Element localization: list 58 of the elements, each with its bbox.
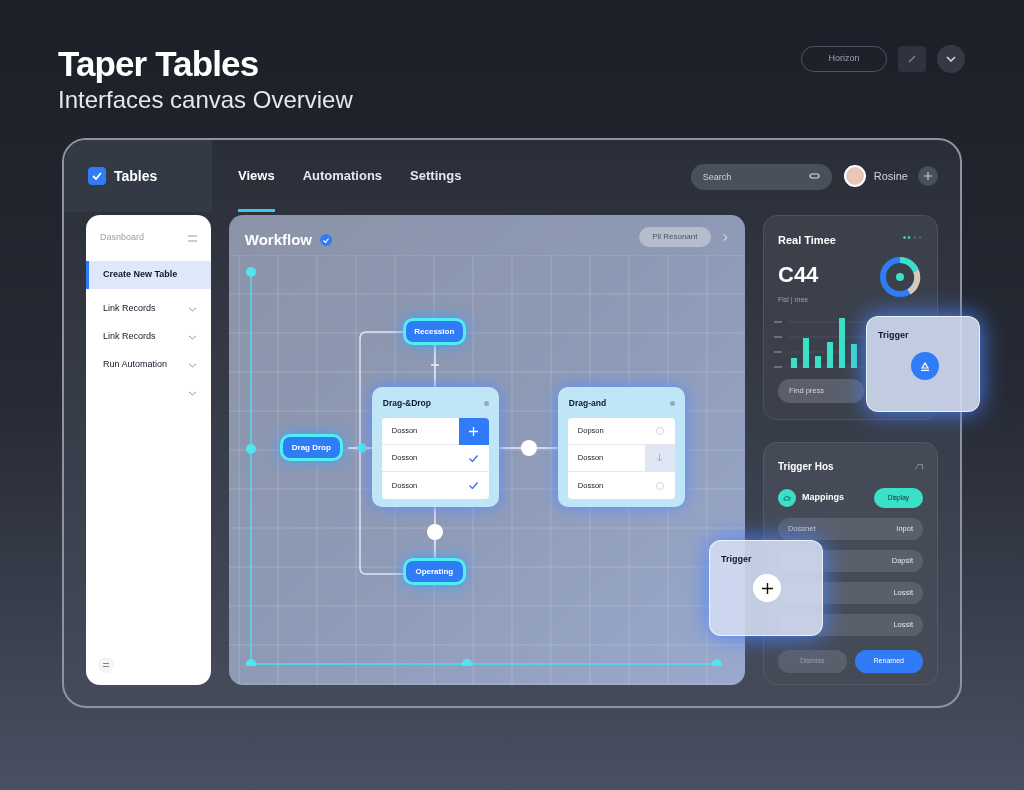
- checkmark-icon: [323, 237, 330, 243]
- card-title: Drag-&Drop: [382, 396, 431, 410]
- menu-icon: [187, 234, 197, 242]
- page-title: Taper Tables: [58, 43, 259, 85]
- connector-line: [429, 345, 440, 387]
- arrow-down-icon: [656, 454, 664, 462]
- upload-button[interactable]: [911, 352, 939, 380]
- sidebar-title: Dasnboard: [100, 231, 145, 245]
- dropdown-button[interactable]: [937, 45, 965, 73]
- cloud-icon: [783, 495, 791, 501]
- dots-icon: [903, 236, 923, 239]
- workflow-node[interactable]: Operating: [402, 558, 466, 585]
- search-icon: [808, 170, 820, 180]
- edit-button[interactable]: [898, 46, 926, 72]
- app-name: Tables: [114, 166, 158, 186]
- page-subtitle: Interfaces canvas Overview: [58, 85, 353, 115]
- chevron-down-icon: [187, 362, 197, 368]
- sidebar-item[interactable]: Run Automation: [86, 351, 211, 379]
- checkmark-icon: [92, 172, 102, 180]
- workflow-node[interactable]: Drag Drop: [279, 434, 343, 461]
- card-title: Drag-and: [568, 396, 607, 410]
- user-name: Rosine: [873, 168, 908, 184]
- nav-tab[interactable]: Views: [238, 140, 275, 212]
- checkmark-icon[interactable]: [469, 482, 479, 489]
- card-title: Real Timee: [778, 233, 836, 248]
- connector-line: [497, 439, 558, 457]
- canvas-button[interactable]: Pil Resonant: [638, 227, 711, 247]
- workflow-node[interactable]: Recession: [402, 318, 466, 345]
- menu-icon: [103, 663, 109, 667]
- connector-line: [425, 507, 444, 558]
- mapping-label: Mappings: [802, 491, 844, 505]
- expand-icon: [915, 463, 923, 470]
- sidebar-item[interactable]: Create New Table: [86, 261, 211, 289]
- plus-icon: [761, 582, 773, 594]
- chevron-down-icon: [187, 390, 197, 396]
- donut-chart-icon: [879, 256, 921, 298]
- sidebar-item[interactable]: Link Records: [86, 295, 211, 323]
- plus-icon: [469, 426, 479, 436]
- upload-icon: [920, 361, 930, 371]
- plus-icon: [924, 172, 932, 180]
- canvas-title: Workflow: [244, 230, 313, 250]
- panel-title: Trigger Hos: [778, 460, 834, 474]
- chevron-down-icon: [946, 56, 956, 62]
- pencil-icon: [908, 55, 916, 63]
- metric-value: C44: [778, 260, 819, 289]
- card-title: Trigger: [878, 329, 910, 342]
- nav-tab[interactable]: Settings: [410, 140, 462, 212]
- chevron-down-icon: [187, 334, 197, 340]
- sidebar-item[interactable]: Link Records: [86, 323, 211, 351]
- avatar: [843, 165, 866, 187]
- chevron-down-icon: [187, 306, 197, 312]
- chevron-right-icon[interactable]: [722, 234, 728, 241]
- add-button[interactable]: [753, 574, 781, 602]
- checkmark-icon[interactable]: [469, 454, 479, 462]
- search-field[interactable]: Search: [690, 163, 832, 190]
- nav-tab[interactable]: Automations: [302, 140, 383, 212]
- card-title: Trigger: [721, 553, 753, 566]
- collapse-button[interactable]: [98, 657, 114, 673]
